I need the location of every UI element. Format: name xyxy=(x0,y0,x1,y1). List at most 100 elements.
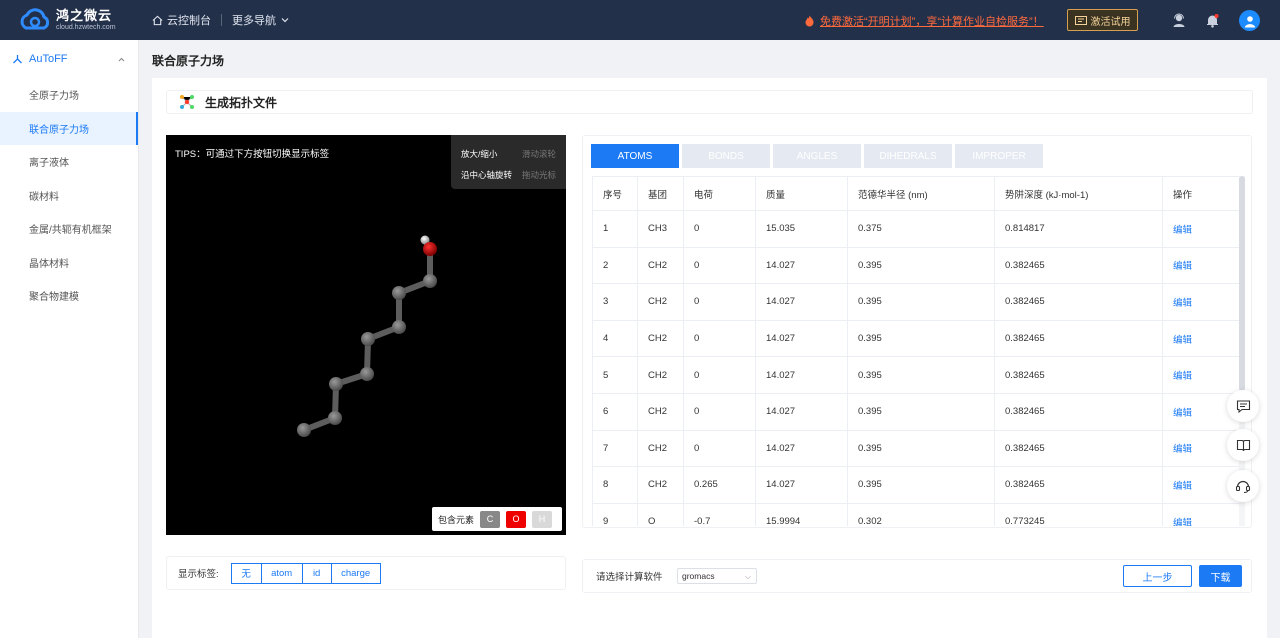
display-label-options: 无 atom id charge xyxy=(230,562,381,584)
sidebar-group-autoff[interactable]: AuToFF xyxy=(0,40,138,78)
cell-vdw-radius: 0.395 xyxy=(847,246,995,285)
promo-link[interactable]: 免费激活“开明计划”，享“计算作业自检服务”！ xyxy=(804,13,1044,29)
sidebar-item-united-atom[interactable]: 联合原子力场 xyxy=(0,111,138,145)
sidebar-item-mof-cof[interactable]: 金属/共轭有机框架 xyxy=(0,212,138,246)
col-header-index: 序号 xyxy=(592,176,638,211)
cell-index: 5 xyxy=(592,356,638,394)
tab-angles[interactable]: ANGLES xyxy=(773,144,861,168)
table-row: 7 CH2 0 14.027 0.395 0.382465 编辑 xyxy=(592,429,1239,468)
cell-charge: 0 xyxy=(683,210,756,248)
topology-table-card: ATOMS BONDS ANGLES DIHEDRALS IMPROPER 序号… xyxy=(582,135,1252,528)
ticket-icon xyxy=(1074,15,1087,25)
topology-tabs: ATOMS BONDS ANGLES DIHEDRALS IMPROPER xyxy=(591,144,1046,168)
cell-charge: 0 xyxy=(683,246,756,285)
more-nav-dropdown[interactable]: 更多导航 xyxy=(232,12,290,28)
content-panel: 生成拓扑文件 TIPS：可通过下方按钮切换显示标签 放大/缩小 滑动滚轮 沿中心… xyxy=(152,78,1267,638)
col-header-action: 操作 xyxy=(1162,176,1239,211)
edit-link[interactable]: 编辑 xyxy=(1162,283,1239,321)
tab-atoms[interactable]: ATOMS xyxy=(591,144,679,168)
cloud-logo-icon xyxy=(20,8,50,30)
sidebar: AuToFF 全原子力场 联合原子力场 离子液体 碳材料 金属/共轭有机框架 晶… xyxy=(0,40,139,638)
molecule-structure[interactable] xyxy=(166,135,566,535)
table-row: 3 CH2 0 14.027 0.395 0.382465 编辑 xyxy=(592,283,1239,321)
table-scrollbar-thumb[interactable] xyxy=(1239,176,1245,391)
cell-well-depth: 0.382465 xyxy=(994,466,1163,504)
cell-mass: 14.027 xyxy=(755,283,848,321)
cell-well-depth: 0.382465 xyxy=(994,319,1163,358)
col-header-mass: 质量 xyxy=(755,176,848,211)
cell-vdw-radius: 0.395 xyxy=(847,356,995,394)
bell-icon[interactable] xyxy=(1202,10,1222,30)
label-option-id[interactable]: id xyxy=(301,562,332,584)
edit-link[interactable]: 编辑 xyxy=(1162,356,1239,394)
molecule-viewer[interactable]: TIPS：可通过下方按钮切换显示标签 放大/缩小 滑动滚轮 沿中心轴旋转 拖动光… xyxy=(166,135,566,535)
edit-link[interactable]: 编辑 xyxy=(1162,319,1239,358)
sidebar-item-ionic-liquid[interactable]: 离子液体 xyxy=(0,145,138,179)
cell-group: O xyxy=(637,502,684,526)
cell-well-depth: 0.382465 xyxy=(994,283,1163,321)
edit-link[interactable]: 编辑 xyxy=(1162,502,1239,526)
download-button[interactable]: 下载 xyxy=(1199,565,1242,587)
sidebar-item-label: 全原子力场 xyxy=(29,91,79,103)
support-agent-icon[interactable] xyxy=(1169,10,1189,30)
sidebar-item-all-atom[interactable]: 全原子力场 xyxy=(0,78,138,112)
brand-name: 鸿之微云 xyxy=(56,8,113,23)
feedback-float-button[interactable] xyxy=(1227,390,1259,422)
console-link[interactable]: 云控制台 xyxy=(152,12,211,28)
atoms-table-scroll[interactable]: 序号 基团 电荷 质量 范德华半径 (nm) 势阱深度 (kJ·mol-1) 操… xyxy=(592,176,1239,526)
cell-mass: 14.027 xyxy=(755,466,848,504)
element-legend-label: 包含元素 xyxy=(438,514,475,525)
element-chip-o[interactable]: O xyxy=(506,510,527,528)
atom-c3 xyxy=(329,377,343,391)
cell-index: 1 xyxy=(592,210,638,248)
element-chip-c[interactable]: C xyxy=(480,510,501,528)
sidebar-item-label: 碳材料 xyxy=(29,191,59,203)
prev-step-button[interactable]: 上一步 xyxy=(1123,565,1192,587)
sidebar-item-label: 金属/共轭有机框架 xyxy=(29,225,112,237)
element-chip-h[interactable]: H xyxy=(532,510,553,528)
tab-improper[interactable]: IMPROPER xyxy=(955,144,1043,168)
cell-well-depth: 0.382465 xyxy=(994,392,1163,431)
atom-c8 xyxy=(423,274,437,288)
user-icon xyxy=(1244,15,1255,27)
hint-key: 沿中心轴旋转 xyxy=(461,170,513,180)
hint-value: 拖动光标 xyxy=(521,170,556,180)
sidebar-item-label: 离子液体 xyxy=(29,158,69,170)
cell-well-depth: 0.382465 xyxy=(994,246,1163,285)
trial-button[interactable]: 激活试用 xyxy=(1067,9,1138,31)
message-icon xyxy=(1236,399,1250,413)
software-select[interactable]: gromacs ⌵ xyxy=(677,568,757,584)
brand-logo[interactable]: 鸿之微云 cloud.hzwtech.com xyxy=(0,8,140,32)
more-nav-label: 更多导航 xyxy=(232,15,276,27)
docs-float-button[interactable] xyxy=(1227,429,1259,461)
edit-link[interactable]: 编辑 xyxy=(1162,246,1239,285)
cell-mass: 14.027 xyxy=(755,319,848,358)
sidebar-item-carbon[interactable]: 碳材料 xyxy=(0,179,138,213)
col-header-vdw-radius: 范德华半径 (nm) xyxy=(847,176,995,211)
cell-charge: -0.7 xyxy=(683,502,756,526)
label-option-charge[interactable]: charge xyxy=(330,562,381,584)
cell-vdw-radius: 0.395 xyxy=(847,392,995,431)
home-icon xyxy=(152,15,163,25)
section-title: 生成拓扑文件 xyxy=(205,95,278,110)
atom-o xyxy=(423,242,437,256)
edit-link[interactable]: 编辑 xyxy=(1162,210,1239,248)
label-option-atom[interactable]: atom xyxy=(260,562,303,584)
cell-index: 6 xyxy=(592,392,638,431)
tab-bonds[interactable]: BONDS xyxy=(682,144,770,168)
col-header-group: 基团 xyxy=(637,176,684,211)
sidebar-item-crystal[interactable]: 晶体材料 xyxy=(0,246,138,280)
label-option-none[interactable]: 无 xyxy=(230,562,262,584)
chevron-down-icon xyxy=(281,18,289,23)
atom-c7 xyxy=(392,286,406,300)
cell-charge: 0 xyxy=(683,356,756,394)
table-row: 4 CH2 0 14.027 0.395 0.382465 编辑 xyxy=(592,319,1239,358)
headset-icon xyxy=(1235,480,1251,493)
tab-dihedrals[interactable]: DIHEDRALS xyxy=(864,144,952,168)
autoff-icon xyxy=(13,54,22,63)
hint-zoom: 放大/缩小 滑动滚轮 xyxy=(461,144,556,165)
avatar[interactable] xyxy=(1239,10,1260,31)
hint-rotate: 沿中心轴旋转 拖动光标 xyxy=(461,165,556,186)
support-float-button[interactable] xyxy=(1227,470,1259,502)
sidebar-item-polymer[interactable]: 聚合物建模 xyxy=(0,279,138,313)
